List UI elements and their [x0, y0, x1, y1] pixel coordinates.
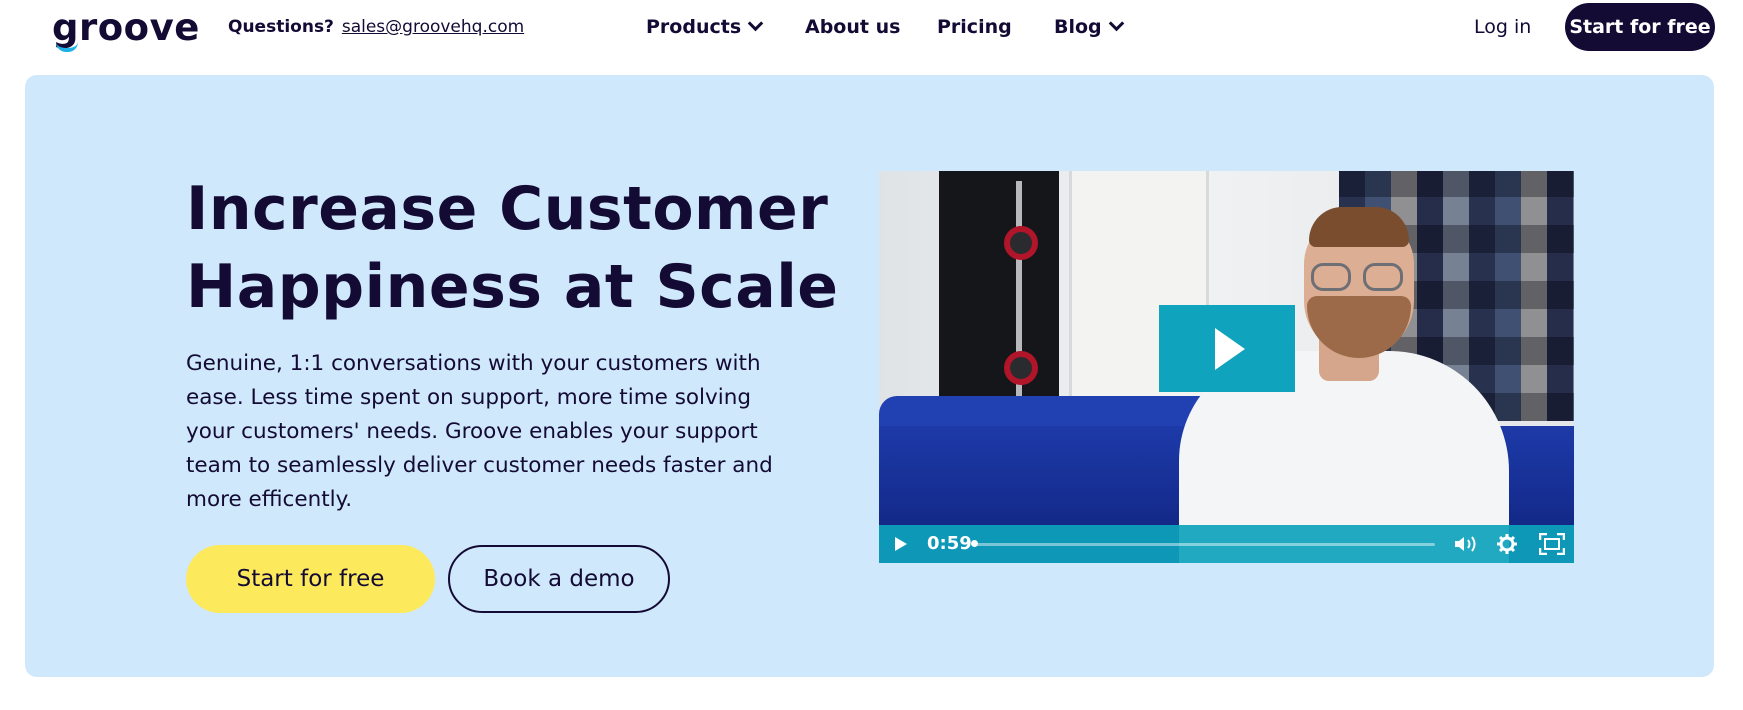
- video-time: 0:59: [927, 533, 972, 554]
- hero-description: Genuine, 1:1 conversations with your cus…: [186, 351, 773, 512]
- contact-questions: Questions? sales@groovehq.com: [228, 17, 524, 37]
- nav-about-us[interactable]: About us: [805, 16, 900, 38]
- header-start-for-free-button[interactable]: Start for free: [1565, 3, 1715, 51]
- nav-about-label: About us: [805, 16, 901, 38]
- login-link[interactable]: Log in: [1474, 16, 1531, 38]
- site-header: groove Questions? sales@groovehq.com Pro…: [0, 0, 1743, 70]
- video-player[interactable]: 0:59: [879, 171, 1574, 563]
- video-scene-wheel: [1004, 351, 1038, 385]
- video-progress-handle[interactable]: [971, 540, 978, 547]
- chevron-down-icon: [747, 15, 764, 32]
- nav-pricing[interactable]: Pricing: [937, 16, 1012, 38]
- hero-title-line1: Increase Customer: [186, 174, 829, 244]
- chevron-down-icon: [1108, 15, 1124, 32]
- video-big-play-button[interactable]: [1159, 305, 1295, 392]
- settings-icon[interactable]: [1496, 533, 1518, 555]
- video-control-bar: 0:59: [879, 525, 1574, 563]
- start-for-free-button[interactable]: Start for free: [186, 545, 435, 613]
- hero-title-line2: Happiness at Scale: [186, 252, 839, 322]
- nav-pricing-label: Pricing: [937, 16, 1012, 38]
- video-person-hair: [1309, 207, 1409, 247]
- nav-products-label: Products: [646, 16, 742, 38]
- sales-email-link[interactable]: sales@groovehq.com: [342, 17, 524, 37]
- hero-section: Increase Customer Happiness at Scale Gen…: [25, 75, 1714, 677]
- volume-icon[interactable]: [1453, 534, 1479, 554]
- video-progress-bar[interactable]: [973, 543, 1435, 546]
- video-person-glasses: [1311, 263, 1411, 293]
- fullscreen-icon[interactable]: [1539, 533, 1565, 555]
- nav-products[interactable]: Products: [646, 15, 764, 38]
- play-icon: [1215, 327, 1245, 370]
- book-a-demo-button[interactable]: Book a demo: [448, 545, 670, 613]
- hero-title: Increase Customer Happiness at Scale: [186, 170, 886, 326]
- logo-smile-icon: [56, 42, 78, 52]
- video-scene-wheel: [1004, 226, 1038, 260]
- nav-blog-label: Blog: [1054, 16, 1102, 38]
- questions-label: Questions?: [228, 17, 334, 37]
- play-icon[interactable]: [895, 537, 907, 551]
- nav-blog[interactable]: Blog: [1054, 15, 1124, 38]
